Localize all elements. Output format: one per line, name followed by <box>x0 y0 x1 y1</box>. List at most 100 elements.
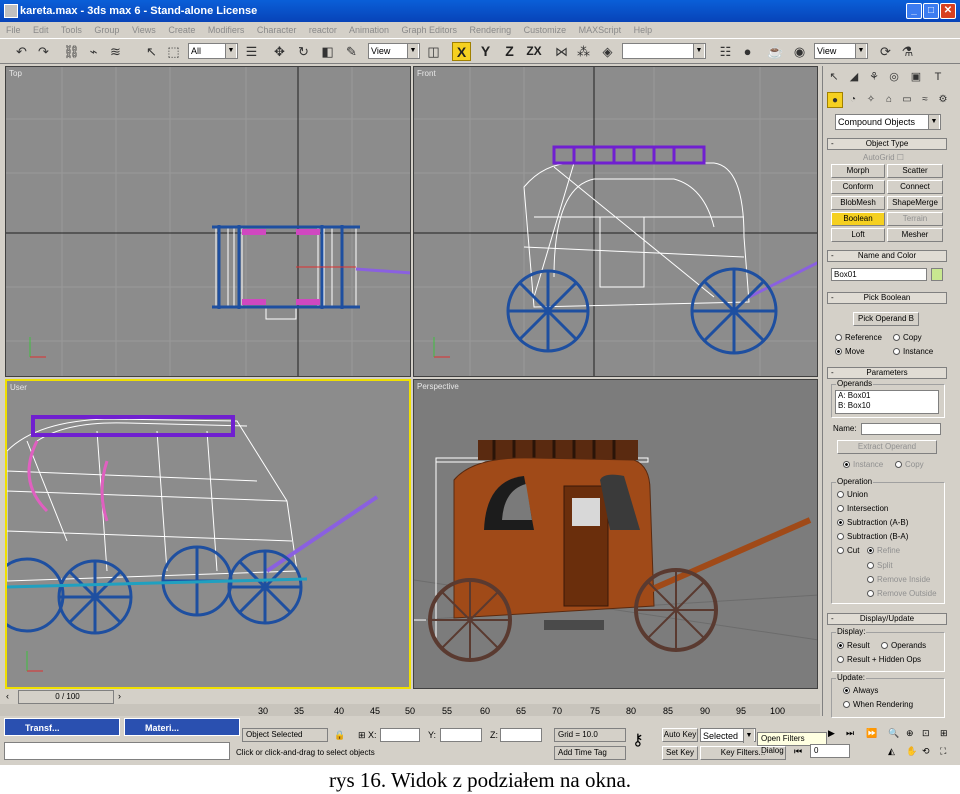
motion-tab-icon[interactable]: ◎ <box>885 68 903 86</box>
bind-spacewarp-icon[interactable]: ≋ <box>106 42 125 61</box>
absolute-mode-icon[interactable]: ⊞ <box>358 728 366 742</box>
rollout-parameters[interactable]: - Parameters <box>827 367 947 379</box>
zoom-extents-icon[interactable]: ⊡ <box>922 726 930 740</box>
extract-copy-radio[interactable]: Copy <box>895 459 924 470</box>
geometry-icon[interactable]: ● <box>827 92 843 108</box>
render-scene-icon[interactable]: ☕ <box>766 42 785 61</box>
menu-rendering[interactable]: Rendering <box>470 25 512 35</box>
hierarchy-tab-icon[interactable]: ⚘ <box>865 68 883 86</box>
app-icon[interactable] <box>4 4 18 18</box>
utilities-tab-icon[interactable]: T <box>929 68 947 86</box>
cut-radio[interactable]: Cut <box>837 545 859 556</box>
axis-x-button[interactable]: X <box>452 42 471 61</box>
quick-render-icon[interactable]: ◉ <box>790 42 809 61</box>
operands-list[interactable]: A: Box01 B: Box10 <box>835 390 939 414</box>
menu-modifiers[interactable]: Modifiers <box>208 25 245 35</box>
rect-region-icon[interactable]: ⬚ <box>164 42 183 61</box>
menu-create[interactable]: Create <box>168 25 195 35</box>
rollout-name-color[interactable]: - Name and Color <box>827 250 947 262</box>
morph-button[interactable]: Morph <box>831 164 885 178</box>
key-mode-dropdown[interactable]: Selected <box>700 728 756 743</box>
next-frame-arrow[interactable]: › <box>118 689 121 703</box>
menu-help[interactable]: Help <box>634 25 653 35</box>
axis-z-button[interactable]: Z <box>500 42 519 61</box>
add-time-tag[interactable]: Add Time Tag <box>554 746 626 760</box>
split-radio[interactable]: Split <box>867 560 893 571</box>
shapes-icon[interactable]: ◔ <box>845 92 861 108</box>
cameras-icon[interactable]: ⌂ <box>881 92 897 108</box>
union-radio[interactable]: Union <box>837 489 868 500</box>
next-frame-icon[interactable]: ⏭ <box>846 726 854 740</box>
systems-icon[interactable]: ⚙ <box>935 92 951 108</box>
named-selection-dropdown[interactable] <box>622 43 706 59</box>
remove-outside-radio[interactable]: Remove Outside <box>867 588 937 599</box>
mirror-icon[interactable]: ⋈ <box>552 42 571 61</box>
rollout-pick-boolean[interactable]: - Pick Boolean <box>827 292 947 304</box>
rollout-display-update[interactable]: - Display/Update <box>827 613 947 625</box>
minimize-button[interactable]: _ <box>906 3 922 19</box>
intersection-radio[interactable]: Intersection <box>837 503 888 514</box>
lights-icon[interactable]: ✧ <box>863 92 879 108</box>
move-radio[interactable]: Move <box>835 346 865 357</box>
render-view-dropdown[interactable]: View <box>814 43 868 59</box>
scale-icon[interactable]: ◧ <box>318 42 337 61</box>
time-slider[interactable]: ‹ 0 / 100 › <box>0 689 820 704</box>
copy-radio[interactable]: Copy <box>893 332 922 343</box>
time-slider-thumb[interactable]: 0 / 100 <box>18 690 114 704</box>
align-icon[interactable]: ◈ <box>598 42 617 61</box>
subtraction-ba-radio[interactable]: Subtraction (B-A) <box>837 531 908 542</box>
link-icon[interactable]: ⛓ <box>62 42 81 61</box>
object-name-field[interactable]: Box01 <box>831 268 927 281</box>
zoom-extents-all-icon[interactable]: ⊞ <box>940 726 948 740</box>
reference-radio[interactable]: Reference <box>835 332 882 343</box>
axis-y-button[interactable]: Y <box>476 42 495 61</box>
z-coordinate-field[interactable] <box>500 728 542 742</box>
shapemerge-button[interactable]: ShapeMerge <box>887 196 943 210</box>
prev-frame-arrow[interactable]: ‹ <box>6 689 9 703</box>
extract-instance-radio[interactable]: Instance <box>843 459 883 470</box>
conform-button[interactable]: Conform <box>831 180 885 194</box>
update-rendering-radio[interactable]: When Rendering <box>843 699 913 710</box>
menu-graph-editors[interactable]: Graph Editors <box>402 25 458 35</box>
display-hidden-ops-radio[interactable]: Result + Hidden Ops <box>837 654 921 665</box>
blobmesh-button[interactable]: BlobMesh <box>831 196 885 210</box>
move-icon[interactable]: ✥ <box>270 42 289 61</box>
menu-reactor[interactable]: reactor <box>309 25 337 35</box>
autogrid-checkbox[interactable]: AutoGrid ☐ <box>863 152 904 163</box>
subtraction-ab-radio[interactable]: Subtraction (A-B) <box>837 517 908 528</box>
x-coordinate-field[interactable] <box>380 728 420 742</box>
selection-filter-dropdown[interactable]: All <box>188 43 238 59</box>
display-tab-icon[interactable]: ▣ <box>907 68 925 86</box>
set-key-button[interactable]: Set Key <box>662 746 698 760</box>
zoom-all-icon[interactable]: ⊕ <box>906 726 914 740</box>
menu-tools[interactable]: Tools <box>61 25 82 35</box>
display-result-radio[interactable]: Result <box>837 640 870 651</box>
minimized-material-window[interactable]: Materi... <box>124 718 240 736</box>
viewport-user[interactable]: User <box>5 379 411 689</box>
pan-icon[interactable]: ✋ <box>906 744 917 758</box>
operand-name-field[interactable] <box>861 423 941 435</box>
rollout-object-type[interactable]: - Object Type <box>827 138 947 150</box>
axis-zx-button[interactable]: ZX <box>522 42 546 61</box>
viewport-front[interactable]: Front <box>413 66 818 377</box>
ref-coord-dropdown[interactable]: View <box>368 43 420 59</box>
instance-radio[interactable]: Instance <box>893 346 933 357</box>
object-color-swatch[interactable] <box>931 268 943 281</box>
menu-customize[interactable]: Customize <box>524 25 567 35</box>
manipulate-icon[interactable]: ✎ <box>342 42 361 61</box>
y-coordinate-field[interactable] <box>440 728 482 742</box>
mesher-button[interactable]: Mesher <box>887 228 943 242</box>
display-operands-radio[interactable]: Operands <box>881 640 926 651</box>
redo-icon[interactable]: ↷ <box>34 42 53 61</box>
select-by-name-icon[interactable]: ☰ <box>242 42 261 61</box>
rotate-icon[interactable]: ↻ <box>294 42 313 61</box>
arc-rotate-icon[interactable]: ⟲ <box>922 744 930 758</box>
render-last-icon[interactable]: ⟳ <box>876 42 895 61</box>
array-icon[interactable]: ⁂ <box>574 42 593 61</box>
minimized-transform-window[interactable]: Transf... <box>4 718 120 736</box>
maximize-button[interactable]: □ <box>923 3 939 19</box>
lock-icon[interactable]: 🔒 <box>334 728 345 742</box>
connect-button[interactable]: Connect <box>887 180 943 194</box>
zoom-icon[interactable]: 🔍 <box>888 726 899 740</box>
auto-key-button[interactable]: Auto Key <box>662 728 698 742</box>
